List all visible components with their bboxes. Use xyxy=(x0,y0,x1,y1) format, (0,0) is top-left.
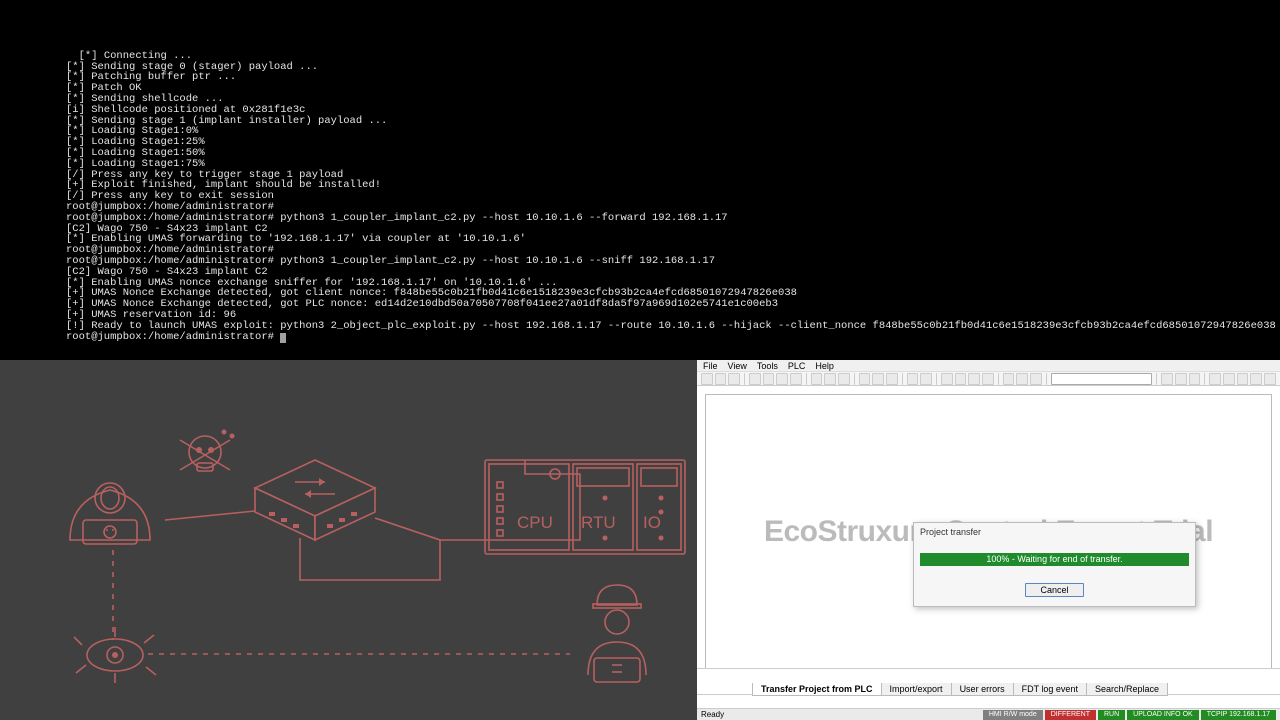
toolbar-button[interactable] xyxy=(968,373,980,385)
toolbar-separator xyxy=(1046,373,1047,385)
status-chips: HMI R/W modeDIFFERENTRUNUPLOAD INFO OKTC… xyxy=(983,710,1276,720)
toolbar-button[interactable] xyxy=(1237,373,1249,385)
menu-help[interactable]: Help xyxy=(815,361,834,371)
terminal-pane: [*] Connecting ... [*] Sending stage 0 (… xyxy=(0,0,1280,360)
toolbar-button[interactable] xyxy=(955,373,967,385)
toolbar-button[interactable] xyxy=(1016,373,1028,385)
terminal-output: [*] Connecting ... [*] Sending stage 0 (… xyxy=(66,50,1280,343)
tab-fdt-log-event[interactable]: FDT log event xyxy=(1013,683,1087,696)
toolbar-button[interactable] xyxy=(1264,373,1276,385)
toolbar-button[interactable] xyxy=(859,373,871,385)
tab-search-replace[interactable]: Search/Replace xyxy=(1086,683,1168,696)
menu-tools[interactable]: Tools xyxy=(757,361,778,371)
status-chip: DIFFERENT xyxy=(1045,710,1096,720)
eye-monster-icon xyxy=(74,627,156,683)
attack-diagram-pane: .s { stroke:#b86060; stroke-width:1.6; f… xyxy=(0,360,697,720)
progress-bar: 100% - Waiting for end of transfer. xyxy=(920,553,1189,566)
status-chip: UPLOAD INFO OK xyxy=(1127,710,1199,720)
menubar: File View Tools PLC Help xyxy=(697,360,1280,372)
terminal-cursor xyxy=(280,333,286,343)
diagram-svg: .s { stroke:#b86060; stroke-width:1.6; f… xyxy=(0,360,697,720)
toolbar-button[interactable] xyxy=(941,373,953,385)
dialog-button-row: Cancel xyxy=(914,580,1195,606)
status-chip: HMI R/W mode xyxy=(983,710,1043,720)
bottom-dock: Transfer Project from PLCImport/exportUs… xyxy=(697,668,1280,708)
toolbar-button[interactable] xyxy=(701,373,713,385)
ecostruxure-app: File View Tools PLC Help EcoStruxure Con… xyxy=(697,360,1280,720)
toolbar-button[interactable] xyxy=(1003,373,1015,385)
toolbar-separator xyxy=(936,373,937,385)
toolbar-button[interactable] xyxy=(920,373,932,385)
menu-plc[interactable]: PLC xyxy=(788,361,806,371)
status-chip: TCPIP 192.168.1.17 xyxy=(1201,710,1276,720)
menu-file[interactable]: File xyxy=(703,361,718,371)
editor-canvas: EcoStruxure Control Expert Trial Project… xyxy=(705,394,1272,670)
project-transfer-dialog: Project transfer 100% - Waiting for end … xyxy=(913,522,1196,607)
toolbar-button[interactable] xyxy=(838,373,850,385)
toolbar-separator xyxy=(1156,373,1157,385)
statusbar: Ready HMI R/W modeDIFFERENTRUNUPLOAD INF… xyxy=(697,708,1280,720)
tab-import-export[interactable]: Import/export xyxy=(881,683,952,696)
toolbar-separator xyxy=(806,373,807,385)
toolbar-button[interactable] xyxy=(728,373,740,385)
tab-user-errors[interactable]: User errors xyxy=(951,683,1014,696)
toolbar-button[interactable] xyxy=(715,373,727,385)
engineer-hardhat-icon xyxy=(588,585,646,682)
toolbar-button[interactable] xyxy=(776,373,788,385)
status-ready: Ready xyxy=(701,710,724,719)
toolbar-button[interactable] xyxy=(1189,373,1201,385)
toolbar-button[interactable] xyxy=(1175,373,1187,385)
toolbar-button[interactable] xyxy=(907,373,919,385)
plc-io-label: IO xyxy=(643,513,661,532)
toolbar-combo[interactable] xyxy=(1051,373,1153,385)
toolbar-separator xyxy=(998,373,999,385)
status-chip: RUN xyxy=(1098,710,1125,720)
toolbar-button[interactable] xyxy=(790,373,802,385)
toolbar-separator xyxy=(1204,373,1205,385)
toolbar-button[interactable] xyxy=(824,373,836,385)
toolbar-button[interactable] xyxy=(1030,373,1042,385)
link-attacker-switch xyxy=(165,510,265,520)
skull-crossbones-icon xyxy=(180,430,235,472)
toolbar-button[interactable] xyxy=(749,373,761,385)
toolbar-button[interactable] xyxy=(982,373,994,385)
tab-row: Transfer Project from PLCImport/exportUs… xyxy=(752,683,1167,696)
plc-rtu-label: RTU xyxy=(581,513,616,532)
toolbar-button[interactable] xyxy=(872,373,884,385)
toolbar-separator xyxy=(744,373,745,385)
toolbar-button[interactable] xyxy=(811,373,823,385)
dialog-title: Project transfer xyxy=(914,523,1195,543)
toolbar-separator xyxy=(854,373,855,385)
toolbar-button[interactable] xyxy=(1223,373,1235,385)
hooded-attacker-icon xyxy=(70,483,150,544)
toolbar-button[interactable] xyxy=(886,373,898,385)
toolbar-button[interactable] xyxy=(1209,373,1221,385)
cancel-button[interactable]: Cancel xyxy=(1025,583,1083,597)
tab-transfer-project-from-plc[interactable]: Transfer Project from PLC xyxy=(752,683,882,696)
menu-view[interactable]: View xyxy=(728,361,747,371)
toolbar-button[interactable] xyxy=(1161,373,1173,385)
toolbar-button[interactable] xyxy=(763,373,775,385)
toolbar-separator xyxy=(902,373,903,385)
progress-text: 100% - Waiting for end of transfer. xyxy=(920,553,1189,566)
toolbar-button[interactable] xyxy=(1250,373,1262,385)
toolbar xyxy=(697,372,1280,386)
switch-3d-icon xyxy=(255,460,375,540)
plc-cpu-label: CPU xyxy=(517,513,553,532)
